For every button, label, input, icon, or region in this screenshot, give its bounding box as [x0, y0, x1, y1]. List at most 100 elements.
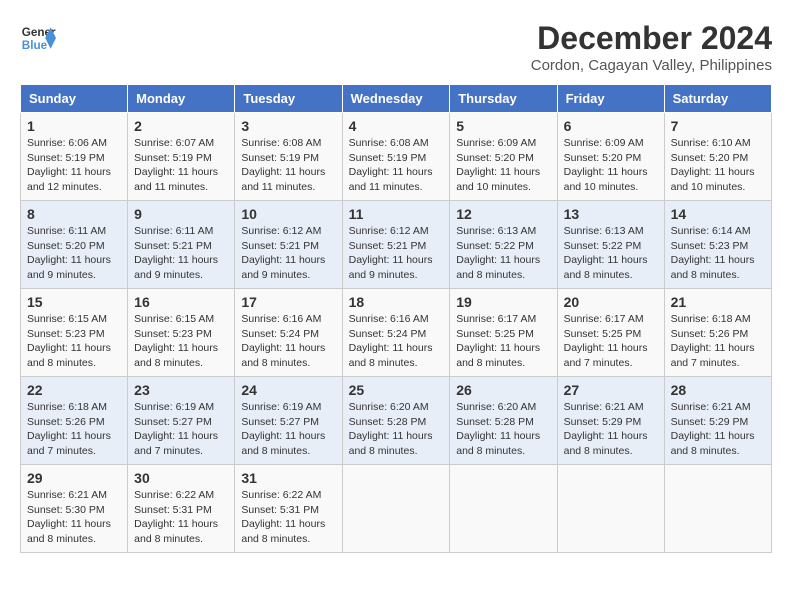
calendar-cell: 25 Sunrise: 6:20 AMSunset: 5:28 PMDayligh… [342, 377, 450, 465]
day-number: 20 [564, 294, 658, 310]
day-number: 31 [241, 470, 335, 486]
calendar-cell: 2 Sunrise: 6:07 AMSunset: 5:19 PMDaylight… [128, 113, 235, 201]
day-info: Sunrise: 6:17 AMSunset: 5:25 PMDaylight:… [456, 312, 550, 371]
calendar-cell: 6Sunrise: 6:09 AMSunset: 5:20 PMDaylight… [557, 113, 664, 201]
weekday-header-wednesday: Wednesday [342, 85, 450, 113]
weekday-header-friday: Friday [557, 85, 664, 113]
calendar-cell: 12 Sunrise: 6:13 AMSunset: 5:22 PMDayligh… [450, 201, 557, 289]
day-info: Sunrise: 6:20 AMSunset: 5:28 PMDaylight:… [456, 400, 550, 459]
calendar-cell: 26 Sunrise: 6:20 AMSunset: 5:28 PMDayligh… [450, 377, 557, 465]
calendar-cell [557, 465, 664, 553]
page-header: General Blue December 2024 Cordon, Cagay… [20, 20, 772, 74]
calendar-week-row: 1 Sunrise: 6:06 AMSunset: 5:19 PMDaylight… [21, 113, 772, 201]
day-info: Sunrise: 6:19 AMSunset: 5:27 PMDaylight:… [241, 400, 335, 459]
day-info: Sunrise: 6:07 AMSunset: 5:19 PMDaylight:… [134, 136, 228, 195]
calendar-cell: 22Sunrise: 6:18 AMSunset: 5:26 PMDayligh… [21, 377, 128, 465]
calendar-week-row: 29 Sunrise: 6:21 AMSunset: 5:30 PMDayligh… [21, 465, 772, 553]
day-info: Sunrise: 6:12 AMSunset: 5:21 PMDaylight:… [241, 224, 335, 283]
day-info: Sunrise: 6:21 AMSunset: 5:30 PMDaylight:… [27, 488, 121, 547]
day-info: Sunrise: 6:09 AMSunset: 5:20 PMDaylight:… [564, 136, 658, 195]
calendar-cell: 1 Sunrise: 6:06 AMSunset: 5:19 PMDaylight… [21, 113, 128, 201]
calendar-table: SundayMondayTuesdayWednesdayThursdayFrid… [20, 84, 772, 553]
weekday-header-sunday: Sunday [21, 85, 128, 113]
day-number: 26 [456, 382, 550, 398]
day-info: Sunrise: 6:22 AMSunset: 5:31 PMDaylight:… [134, 488, 228, 547]
day-info: Sunrise: 6:10 AMSunset: 5:20 PMDaylight:… [671, 136, 765, 195]
calendar-cell: 5Sunrise: 6:09 AMSunset: 5:20 PMDaylight… [450, 113, 557, 201]
day-number: 23 [134, 382, 228, 398]
day-number: 30 [134, 470, 228, 486]
svg-text:Blue: Blue [22, 39, 48, 52]
calendar-cell: 13 Sunrise: 6:13 AMSunset: 5:22 PMDayligh… [557, 201, 664, 289]
day-info: Sunrise: 6:17 AMSunset: 5:25 PMDaylight:… [564, 312, 658, 371]
calendar-cell: 4 Sunrise: 6:08 AMSunset: 5:19 PMDaylight… [342, 113, 450, 201]
day-number: 12 [456, 206, 550, 222]
day-number: 10 [241, 206, 335, 222]
calendar-cell: 14Sunrise: 6:14 AMSunset: 5:23 PMDayligh… [664, 201, 771, 289]
location-title: Cordon, Cagayan Valley, Philippines [531, 57, 772, 74]
day-number: 29 [27, 470, 121, 486]
day-number: 8 [27, 206, 121, 222]
calendar-cell: 23Sunrise: 6:19 AMSunset: 5:27 PMDayligh… [128, 377, 235, 465]
calendar-cell: 21 Sunrise: 6:18 AMSunset: 5:26 PMDayligh… [664, 289, 771, 377]
day-number: 13 [564, 206, 658, 222]
calendar-cell: 24 Sunrise: 6:19 AMSunset: 5:27 PMDayligh… [235, 377, 342, 465]
calendar-cell: 28 Sunrise: 6:21 AMSunset: 5:29 PMDayligh… [664, 377, 771, 465]
day-number: 15 [27, 294, 121, 310]
day-number: 19 [456, 294, 550, 310]
day-number: 4 [349, 118, 444, 134]
calendar-cell: 20 Sunrise: 6:17 AMSunset: 5:25 PMDayligh… [557, 289, 664, 377]
calendar-cell: 31 Sunrise: 6:22 AMSunset: 5:31 PMDayligh… [235, 465, 342, 553]
day-info: Sunrise: 6:06 AMSunset: 5:19 PMDaylight:… [27, 136, 121, 195]
month-title: December 2024 [531, 20, 772, 57]
day-info: Sunrise: 6:20 AMSunset: 5:28 PMDaylight:… [349, 400, 444, 459]
day-info: Sunrise: 6:18 AMSunset: 5:26 PMDaylight:… [671, 312, 765, 371]
weekday-header-thursday: Thursday [450, 85, 557, 113]
day-number: 9 [134, 206, 228, 222]
calendar-cell: 3 Sunrise: 6:08 AMSunset: 5:19 PMDaylight… [235, 113, 342, 201]
calendar-cell: 15 Sunrise: 6:15 AMSunset: 5:23 PMDayligh… [21, 289, 128, 377]
day-info: Sunrise: 6:21 AMSunset: 5:29 PMDaylight:… [564, 400, 658, 459]
day-number: 17 [241, 294, 335, 310]
day-number: 28 [671, 382, 765, 398]
day-number: 1 [27, 118, 121, 134]
day-info: Sunrise: 6:18 AMSunset: 5:26 PMDaylight:… [27, 400, 121, 459]
calendar-cell [664, 465, 771, 553]
day-info: Sunrise: 6:12 AMSunset: 5:21 PMDaylight:… [349, 224, 444, 283]
day-info: Sunrise: 6:11 AMSunset: 5:21 PMDaylight:… [134, 224, 228, 283]
day-info: Sunrise: 6:13 AMSunset: 5:22 PMDaylight:… [456, 224, 550, 283]
day-number: 5 [456, 118, 550, 134]
calendar-cell: 30 Sunrise: 6:22 AMSunset: 5:31 PMDayligh… [128, 465, 235, 553]
day-info: Sunrise: 6:16 AMSunset: 5:24 PMDaylight:… [241, 312, 335, 371]
day-info: Sunrise: 6:15 AMSunset: 5:23 PMDaylight:… [27, 312, 121, 371]
day-info: Sunrise: 6:22 AMSunset: 5:31 PMDaylight:… [241, 488, 335, 547]
day-number: 24 [241, 382, 335, 398]
day-number: 3 [241, 118, 335, 134]
day-info: Sunrise: 6:08 AMSunset: 5:19 PMDaylight:… [241, 136, 335, 195]
day-number: 7 [671, 118, 765, 134]
day-number: 16 [134, 294, 228, 310]
day-info: Sunrise: 6:13 AMSunset: 5:22 PMDaylight:… [564, 224, 658, 283]
calendar-cell: 9 Sunrise: 6:11 AMSunset: 5:21 PMDaylight… [128, 201, 235, 289]
day-number: 27 [564, 382, 658, 398]
day-number: 21 [671, 294, 765, 310]
logo-icon: General Blue [20, 20, 56, 56]
day-number: 14 [671, 206, 765, 222]
weekday-header-saturday: Saturday [664, 85, 771, 113]
day-number: 25 [349, 382, 444, 398]
day-info: Sunrise: 6:16 AMSunset: 5:24 PMDaylight:… [349, 312, 444, 371]
calendar-cell: 19 Sunrise: 6:17 AMSunset: 5:25 PMDayligh… [450, 289, 557, 377]
day-number: 2 [134, 118, 228, 134]
day-number: 11 [349, 206, 444, 222]
calendar-week-row: 8Sunrise: 6:11 AMSunset: 5:20 PMDaylight… [21, 201, 772, 289]
calendar-cell: 27 Sunrise: 6:21 AMSunset: 5:29 PMDayligh… [557, 377, 664, 465]
weekday-header-row: SundayMondayTuesdayWednesdayThursdayFrid… [21, 85, 772, 113]
calendar-cell: 18 Sunrise: 6:16 AMSunset: 5:24 PMDayligh… [342, 289, 450, 377]
day-info: Sunrise: 6:08 AMSunset: 5:19 PMDaylight:… [349, 136, 444, 195]
calendar-cell: 29 Sunrise: 6:21 AMSunset: 5:30 PMDayligh… [21, 465, 128, 553]
day-number: 18 [349, 294, 444, 310]
day-info: Sunrise: 6:15 AMSunset: 5:23 PMDaylight:… [134, 312, 228, 371]
day-info: Sunrise: 6:21 AMSunset: 5:29 PMDaylight:… [671, 400, 765, 459]
calendar-cell: 17 Sunrise: 6:16 AMSunset: 5:24 PMDayligh… [235, 289, 342, 377]
calendar-cell [342, 465, 450, 553]
